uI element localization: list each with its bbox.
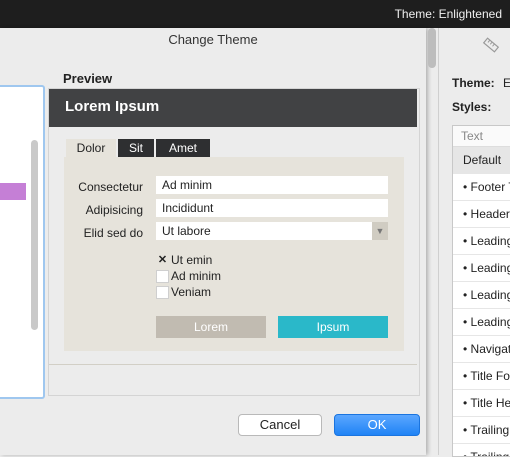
select-value: Ut labore — [156, 222, 388, 240]
style-row[interactable]: • Footer T — [453, 174, 510, 201]
style-row[interactable]: • Header — [453, 201, 510, 228]
theme-list-selection[interactable] — [0, 183, 26, 200]
preview-tab-dolor: Dolor — [66, 139, 116, 157]
style-row[interactable]: • Leading — [453, 228, 510, 255]
preview-footer-divider — [49, 364, 417, 365]
style-row[interactable]: • Navigat — [453, 336, 510, 363]
style-row[interactable]: • Trailing — [453, 417, 510, 444]
field-label: Adipisicing — [85, 203, 143, 217]
checkbox — [156, 270, 169, 283]
field-value: Ad minim — [156, 176, 388, 194]
preview-heading: Lorem Ipsum — [65, 98, 160, 115]
window-title: Theme: Enlightened — [394, 7, 502, 21]
styles-list: Text Default • Footer T • Header • Leadi… — [452, 125, 510, 457]
checkbox-checked: ✕ — [156, 254, 169, 267]
style-row[interactable]: Default — [453, 147, 510, 174]
chevron-down-icon: ▼ — [372, 222, 388, 240]
preview-secondary-button: Lorem — [156, 316, 266, 338]
ruler-icon[interactable] — [482, 37, 500, 53]
style-row[interactable]: • Trailing — [453, 444, 510, 456]
styles-label: Styles: — [452, 100, 492, 114]
cancel-button[interactable]: Cancel — [238, 414, 322, 436]
theme-list[interactable] — [0, 85, 45, 399]
preview-tab-amet: Amet — [156, 139, 210, 157]
field-value: Incididunt — [156, 199, 388, 217]
theme-label: Theme: — [452, 76, 495, 90]
inspector-divider — [438, 28, 439, 455]
preview-label: Preview — [63, 71, 113, 86]
styles-column-header[interactable]: Text — [453, 126, 510, 147]
checkbox — [156, 286, 169, 299]
theme-value: E — [503, 76, 510, 90]
preview-tab-sit: Sit — [118, 139, 154, 157]
field-label: Elid sed do — [83, 226, 143, 240]
style-row[interactable]: • Leading — [453, 309, 510, 336]
checkbox-label: Ut emin — [171, 253, 213, 267]
theme-list-scrollbar[interactable] — [31, 140, 38, 330]
checkbox-label: Veniam — [171, 285, 212, 299]
ok-button[interactable]: OK — [334, 414, 420, 436]
checkbox-label: Ad minim — [171, 269, 222, 283]
scrollbar[interactable] — [428, 28, 436, 68]
sheet-title: Change Theme — [168, 32, 258, 47]
style-row[interactable]: • Leading — [453, 255, 510, 282]
preview-primary-button: Ipsum — [278, 316, 388, 338]
style-row[interactable]: • Title He — [453, 390, 510, 417]
style-row[interactable]: • Leading — [453, 282, 510, 309]
field-label: Consectetur — [78, 180, 143, 194]
style-row[interactable]: • Title Fo — [453, 363, 510, 390]
